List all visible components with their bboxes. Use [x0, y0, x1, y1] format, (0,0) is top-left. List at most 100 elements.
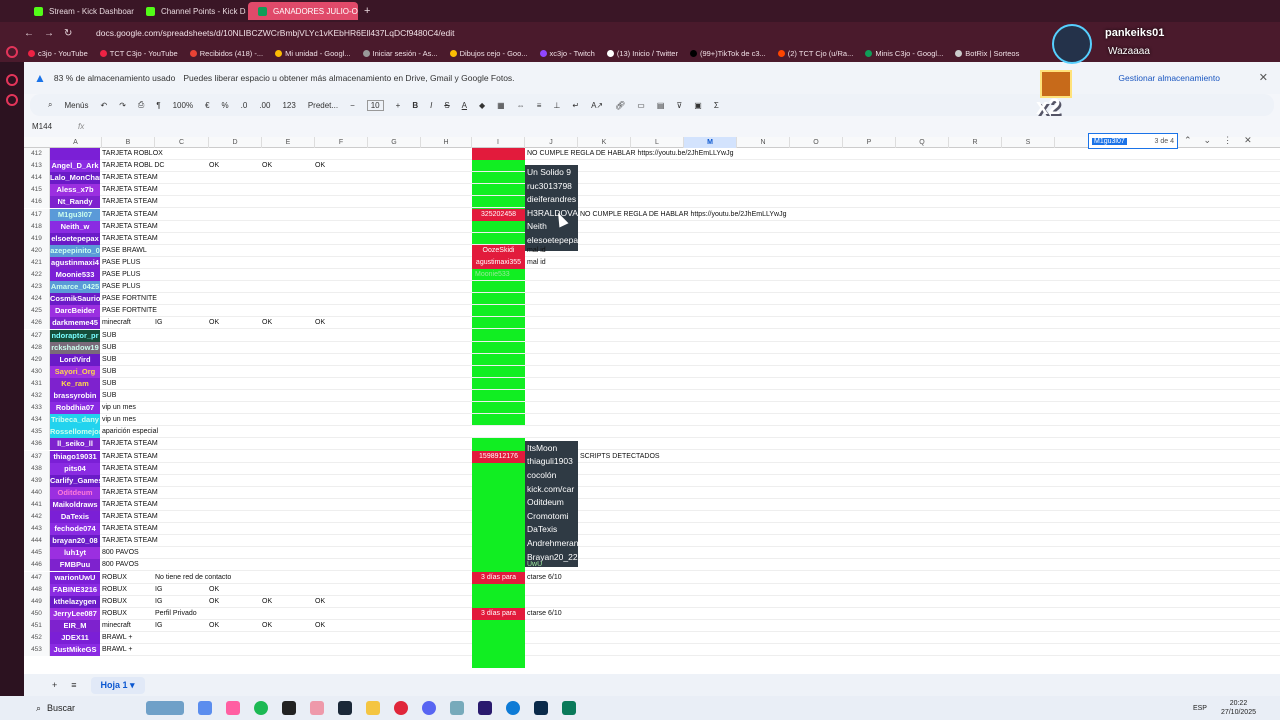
row-number[interactable]: 452 [24, 632, 50, 644]
row-number[interactable]: 438 [24, 462, 50, 475]
manage-storage-link[interactable]: Gestionar almacenamiento [1118, 73, 1220, 83]
decimal-decrease-icon[interactable]: .0 [241, 101, 248, 110]
winner-name-cell[interactable]: Ke_ram [50, 377, 100, 390]
bookmark-item[interactable]: xc3jo - Twitch [539, 49, 595, 58]
column-header-f[interactable]: F [315, 137, 368, 148]
app-icon[interactable] [310, 701, 324, 715]
prize-cell[interactable]: TARJETA STEAM [102, 511, 158, 523]
prize-cell[interactable]: minecraft [102, 317, 131, 329]
winner-name-cell[interactable]: ndoraptor_pr [50, 329, 100, 342]
winner-name-cell[interactable]: Tribeca_dany [50, 414, 100, 427]
highlight-cell[interactable]: 1598912176 [472, 450, 525, 463]
forward-icon[interactable]: → [44, 28, 54, 39]
column-header-q[interactable]: Q [896, 137, 949, 148]
row-number[interactable]: 423 [24, 281, 50, 294]
chevron-up-icon[interactable]: ⌃ [1184, 135, 1192, 146]
column-header-n[interactable]: N [737, 137, 790, 148]
tab-channel-points[interactable]: Channel Points - Kick Da [136, 2, 246, 20]
winner-name-cell[interactable]: JDEX11 [50, 632, 100, 644]
valign-icon[interactable]: ⊥ [553, 101, 560, 110]
winner-name-cell[interactable]: Rossellomejor [50, 426, 100, 439]
column-header-p[interactable]: P [843, 137, 896, 148]
winner-name-cell[interactable]: luh1yt [50, 547, 100, 560]
prize-cell[interactable]: ROBUX [102, 572, 127, 584]
comment-icon[interactable]: ▭ [637, 101, 645, 110]
notes-entry[interactable]: Brayan20_22 [527, 552, 578, 562]
prize-cell[interactable]: ROBUX [102, 596, 127, 608]
font-select[interactable]: Predet... [308, 101, 338, 110]
taskbar-search[interactable]: ⌕ Buscar [36, 703, 146, 714]
status-cell-e[interactable]: OK [262, 160, 272, 172]
wrap-icon[interactable]: ↵ [572, 101, 579, 110]
column-header-l[interactable]: L [631, 137, 684, 148]
winner-name-cell[interactable]: rckshadow19 [50, 341, 100, 354]
row-number[interactable]: 443 [24, 523, 50, 536]
undo-icon[interactable]: ↶ [101, 101, 108, 110]
row-number[interactable]: 419 [24, 232, 50, 245]
prize-cell[interactable]: TARJETA STEAM [102, 487, 158, 499]
functions-icon[interactable]: Σ [714, 101, 719, 110]
percent-icon[interactable]: % [222, 101, 229, 110]
row-number[interactable]: 436 [24, 438, 50, 451]
tab-ganadores[interactable]: GANADORES JULIO-OCT [248, 2, 358, 20]
prize-cell[interactable]: PASE BRAWL [102, 245, 147, 257]
paint-format-icon[interactable]: ¶ [156, 101, 160, 110]
notes-entry[interactable]: ItsMoon [527, 443, 578, 453]
status-cell-e[interactable]: OK [262, 596, 272, 608]
row-number[interactable]: 418 [24, 220, 50, 233]
winner-name-cell[interactable]: FABINE3216 [50, 583, 100, 596]
status-cell-c[interactable]: IG [155, 620, 162, 632]
opera-icon[interactable] [394, 701, 408, 715]
notes-entry[interactable]: elesoetepepa [527, 235, 578, 245]
prize-cell[interactable]: TARJETA STEAM [102, 196, 158, 208]
row-number[interactable]: 421 [24, 256, 50, 269]
prize-cell[interactable]: TARJETA ROBL DC [102, 160, 165, 172]
winner-name-cell[interactable]: JustMikeGS [50, 644, 100, 657]
status-cell-c[interactable]: IG [155, 317, 162, 329]
status-cell-f[interactable]: OK [315, 620, 325, 632]
prize-cell[interactable]: TARJETA STEAM [102, 475, 158, 487]
highlight-cell[interactable]: agustimaxi355 [472, 256, 525, 269]
row-number[interactable]: 412 [24, 148, 50, 160]
menus-button[interactable]: Menús [64, 101, 88, 110]
cell-grid[interactable]: 412 TARJETA ROBLOX 413 Angel_D_Ark TARJETA R… [24, 148, 1280, 674]
merge-icon[interactable]: ⇔ [517, 101, 525, 110]
chart-icon[interactable]: ▤ [657, 101, 665, 110]
row-number[interactable]: 425 [24, 305, 50, 318]
note-cell[interactable]: ctarse 6/10 [527, 610, 562, 617]
prize-cell[interactable]: TARJETA STEAM [102, 451, 158, 463]
winner-name-cell[interactable]: Aless_x7b [50, 184, 100, 197]
row-number[interactable]: 431 [24, 377, 50, 390]
winner-name-cell[interactable]: M1gu3l07 [50, 208, 100, 221]
column-header-o[interactable]: O [790, 137, 843, 148]
status-cell-c[interactable]: IG [155, 596, 162, 608]
prize-cell[interactable]: aparición especial [102, 426, 158, 438]
column-header-a[interactable]: A [50, 137, 102, 148]
bookmark-item[interactable]: (13) Inicio / Twitter [606, 49, 678, 58]
prize-cell[interactable]: BRAWL + [102, 632, 132, 644]
note-cell[interactable]: NO CUMPLE REGLA DE HABLAR https://youtu.… [527, 150, 733, 157]
row-number[interactable]: 428 [24, 341, 50, 354]
app-icon[interactable] [198, 701, 212, 715]
tab-stream-dashboard[interactable]: Stream - Kick Dashboard [24, 2, 134, 20]
side-app-icon[interactable] [6, 74, 18, 86]
winner-name-cell[interactable]: EIR_M [50, 619, 100, 632]
add-sheet-icon[interactable]: + [52, 680, 57, 690]
prize-cell[interactable]: TARJETA STEAM [102, 184, 158, 196]
winner-name-cell[interactable]: fechode074 [50, 523, 100, 536]
prize-cell[interactable]: TARJETA ROBLOX [102, 148, 163, 160]
side-app-icon[interactable] [6, 46, 18, 58]
prize-cell[interactable]: SUB [102, 354, 116, 366]
winner-name-cell[interactable] [50, 148, 100, 160]
column-header-i[interactable]: I [472, 137, 525, 148]
prize-cell[interactable]: TARJETA STEAM [102, 221, 158, 233]
row-number[interactable]: 444 [24, 535, 50, 548]
prize-cell[interactable]: PASE PLUS [102, 257, 140, 269]
prize-cell[interactable]: TARJETA STEAM [102, 233, 158, 245]
prize-cell[interactable]: vip un mes [102, 402, 136, 414]
bookmark-item[interactable]: Iniciar sesión - As... [362, 49, 438, 58]
zoom-select[interactable]: 100% [173, 101, 193, 110]
winner-name-cell[interactable]: agustinmaxi4 [50, 256, 100, 269]
row-number[interactable]: 446 [24, 559, 50, 572]
row-number[interactable]: 435 [24, 426, 50, 439]
